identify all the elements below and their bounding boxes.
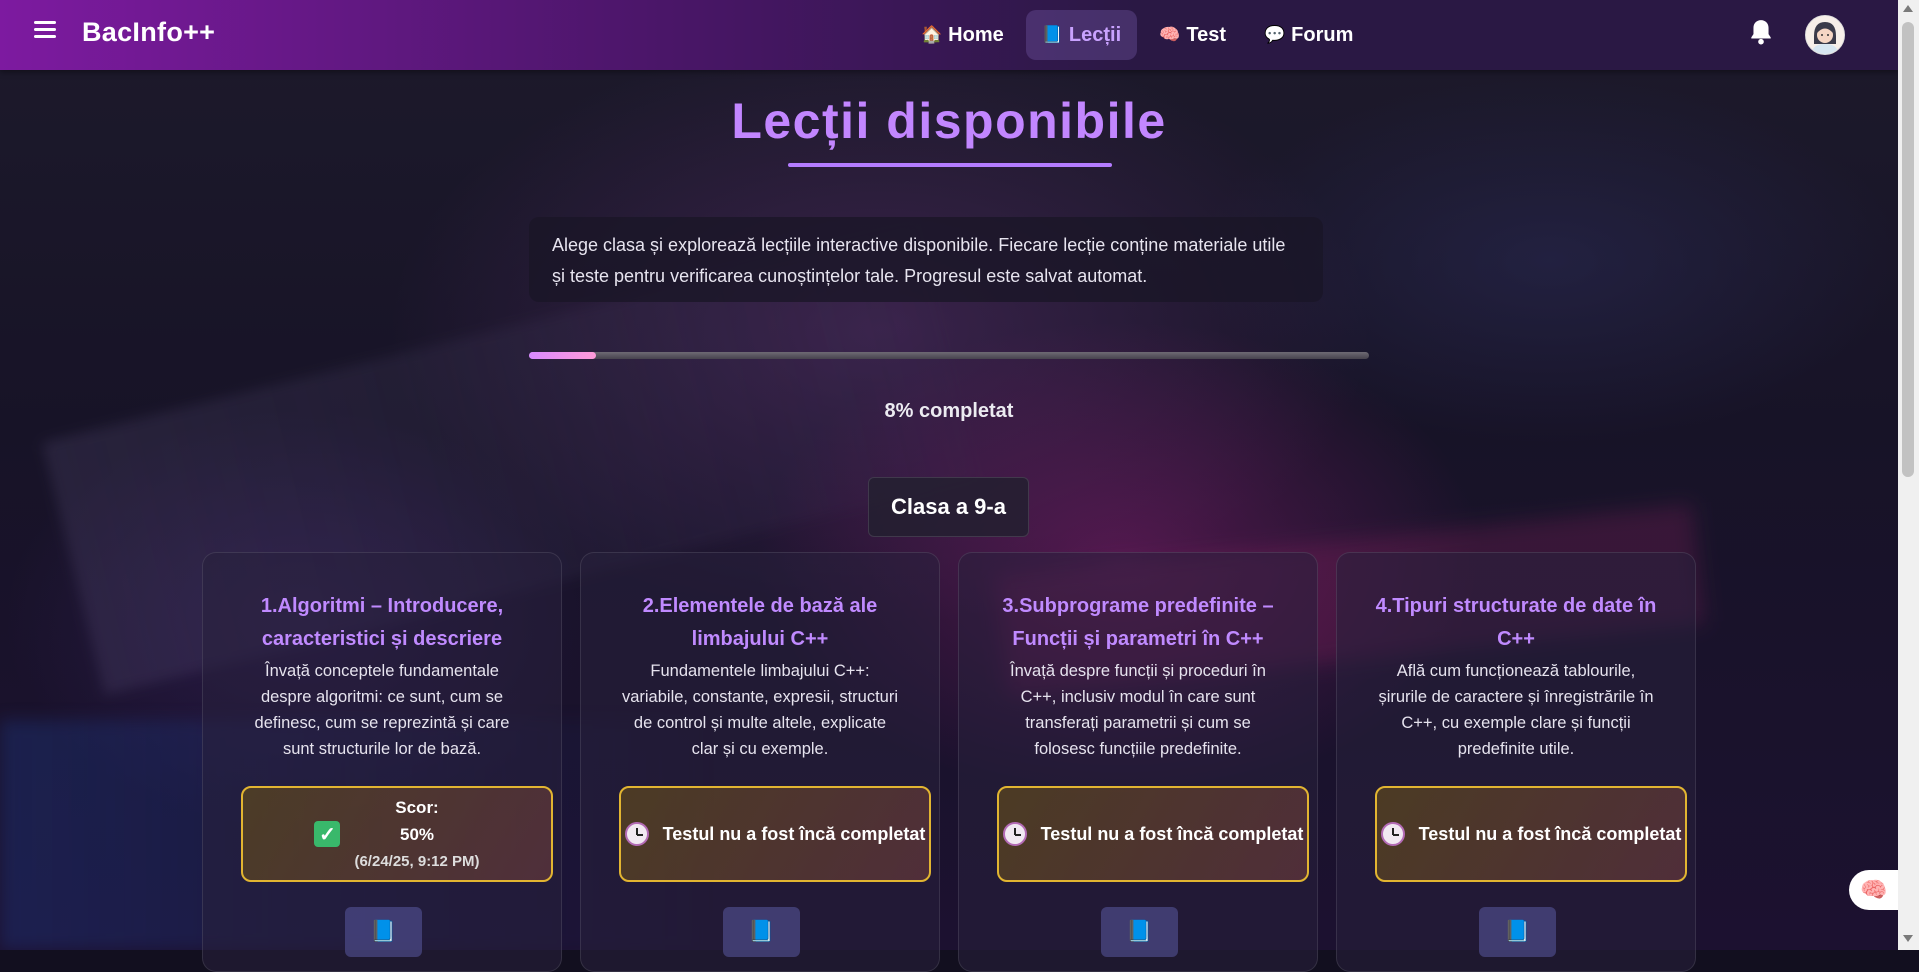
- intro-text: Alege clasa și explorează lecțiile inter…: [529, 217, 1323, 302]
- lesson-title[interactable]: 3.Subprograme predefinite – Funcții și p…: [979, 590, 1297, 656]
- nav-test-label: Test: [1186, 23, 1226, 46]
- lesson-description: Fundamentele limbajului C++: variabile, …: [621, 662, 899, 758]
- clock-icon: [1002, 822, 1027, 846]
- brain-icon: 🧠: [1159, 25, 1181, 44]
- ai-assistant-button[interactable]: 🧠: [1849, 870, 1899, 910]
- title-underline: [788, 163, 1112, 167]
- nav-home-label: Home: [948, 23, 1004, 46]
- home-icon: 🏠: [921, 25, 943, 44]
- nav-lectii[interactable]: 📘 Lecții: [1025, 10, 1138, 60]
- scrollbar-thumb[interactable]: [1902, 22, 1914, 477]
- lesson-status-box: Testul nu a fost încă completat: [1375, 786, 1687, 882]
- lesson-card[interactable]: 1.Algoritmi – Introducere, caracteristic…: [202, 552, 562, 972]
- nav-lectii-label: Lecții: [1068, 23, 1122, 46]
- lesson-card[interactable]: 3.Subprograme predefinite – Funcții și p…: [958, 552, 1318, 972]
- main-nav: 🏠 Home 📘 Lecții 🧠 Test 💬 Forum: [905, 10, 1369, 60]
- lesson-status-box: Testul nu a fost încă completat: [997, 786, 1309, 882]
- page-scrollbar[interactable]: [1898, 0, 1919, 950]
- lesson-description: Învață despre funcții și proceduri în C+…: [1010, 662, 1266, 758]
- lesson-status-text: Testul nu a fost încă completat: [662, 823, 926, 844]
- progress-label: 8% completat: [884, 400, 1014, 422]
- book-icon: 📘: [1041, 25, 1063, 44]
- page-title: Lecții disponibile: [731, 93, 1167, 149]
- brand-logo[interactable]: BacInfo++: [82, 17, 215, 48]
- lesson-card[interactable]: 4.Tipuri structurate de date în C++ Află…: [1336, 552, 1696, 972]
- clock-icon: [1380, 822, 1405, 846]
- book-icon: 📘: [748, 920, 775, 943]
- lesson-score-box: ✓ Scor: 50% (6/24/25, 9:12 PM): [241, 786, 553, 882]
- score-label: Scor:: [395, 797, 439, 817]
- lesson-status-box: Testul nu a fost încă completat: [619, 786, 931, 882]
- brain-icon: 🧠: [1860, 877, 1888, 902]
- clock-icon: [624, 822, 649, 846]
- notification-bell-icon[interactable]: [1748, 18, 1774, 46]
- class-selector-button[interactable]: Clasa a 9-a: [868, 477, 1029, 537]
- nav-forum-label: Forum: [1291, 23, 1354, 46]
- checkmark-icon: ✓: [314, 821, 341, 847]
- progress-fill: [529, 352, 597, 359]
- scroll-up-arrow-icon[interactable]: [1903, 5, 1913, 12]
- score-block: Scor: 50% (6/24/25, 9:12 PM): [354, 794, 479, 875]
- nav-home[interactable]: 🏠 Home: [905, 10, 1020, 60]
- lesson-status-text: Testul nu a fost încă completat: [1040, 823, 1304, 844]
- score-value: 50%: [399, 824, 435, 844]
- progress-bar: [529, 352, 1369, 359]
- book-icon: 📘: [1504, 920, 1531, 943]
- score-date: (6/24/25, 9:12 PM): [354, 852, 480, 870]
- lesson-title[interactable]: 4.Tipuri structurate de date în C++: [1357, 590, 1675, 656]
- nav-test[interactable]: 🧠 Test: [1143, 10, 1242, 60]
- book-icon: 📘: [370, 920, 397, 943]
- user-avatar[interactable]: [1805, 15, 1845, 55]
- scroll-down-arrow-icon[interactable]: [1903, 935, 1913, 942]
- nav-forum[interactable]: 💬 Forum: [1248, 10, 1369, 60]
- top-navbar: BacInfo++ 🏠 Home 📘 Lecții 🧠 Test 💬 Forum: [0, 0, 1898, 70]
- hamburger-menu-icon[interactable]: [34, 21, 56, 39]
- speech-bubble-icon: 💬: [1263, 25, 1286, 44]
- lesson-status-text: Testul nu a fost încă completat: [1418, 823, 1682, 844]
- lesson-title[interactable]: 1.Algoritmi – Introducere, caracteristic…: [223, 590, 541, 656]
- lesson-card[interactable]: 2.Elementele de bază ale limbajului C++ …: [580, 552, 940, 972]
- lesson-title[interactable]: 2.Elementele de bază ale limbajului C++: [601, 590, 919, 656]
- lesson-description: Află cum funcționează tablourile, șiruri…: [1378, 662, 1654, 758]
- lesson-description: Învață conceptele fundamentale despre al…: [254, 662, 510, 758]
- book-icon: 📘: [1126, 920, 1153, 943]
